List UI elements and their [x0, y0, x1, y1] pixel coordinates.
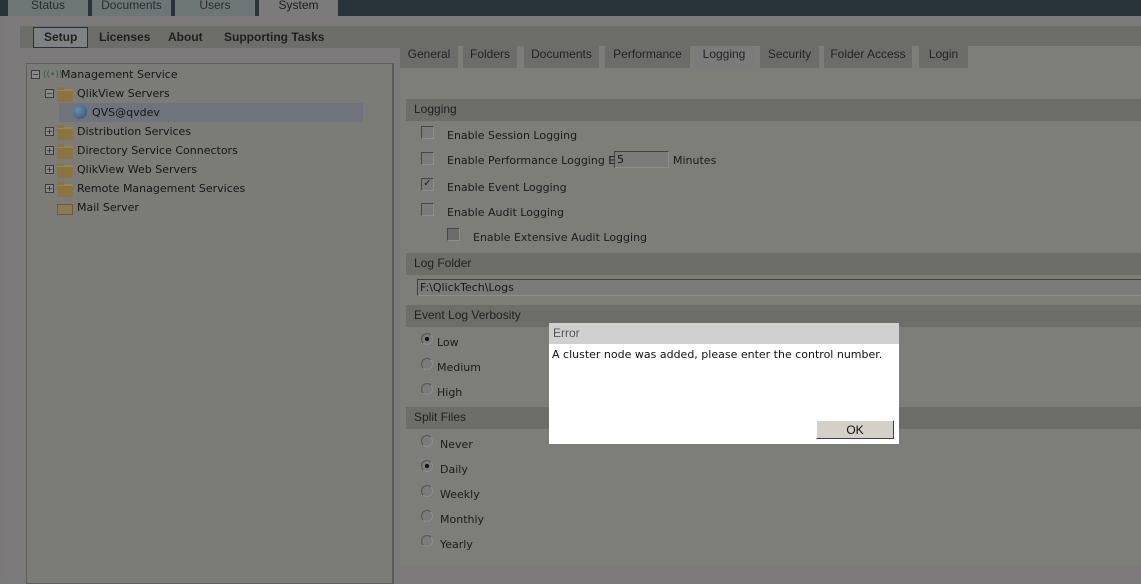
- tree-item-label: Directory Service Connectors: [77, 144, 238, 157]
- tree-item-mail-server[interactable]: Mail Server: [45, 198, 345, 217]
- dialog-message: A cluster node was added, please enter t…: [552, 348, 883, 361]
- session-logging-label: Enable Session Logging: [447, 129, 578, 142]
- folder-icon: [57, 144, 73, 159]
- audit-logging-checkbox[interactable]: [421, 203, 434, 216]
- performance-logging-label: Enable Performance Logging Every: [447, 154, 640, 167]
- split-daily-radio[interactable]: [421, 460, 433, 472]
- performance-logging-checkbox[interactable]: [421, 152, 434, 165]
- tree-item-label: Mail Server: [77, 201, 139, 214]
- tab-folder-access[interactable]: Folder Access: [824, 46, 912, 68]
- tab-logging[interactable]: Logging: [694, 46, 754, 68]
- log-folder-section-header: Log Folder: [406, 253, 1141, 275]
- tree-item-label: QlikView Servers: [77, 87, 170, 100]
- tree-item-label: Management Service: [61, 68, 178, 81]
- folder-icon: [57, 125, 73, 140]
- verbosity-high-radio[interactable]: [421, 383, 433, 395]
- tree-item-label: Remote Management Services: [77, 182, 246, 195]
- tree-item-management-service[interactable]: − ((•)) Management Service: [31, 65, 361, 84]
- globe-icon: [73, 105, 87, 119]
- collapse-icon[interactable]: −: [45, 89, 54, 98]
- extensive-audit-logging-checkbox[interactable]: [447, 228, 460, 241]
- sub-navigation: Setup Licenses About Supporting Tasks: [20, 26, 1141, 48]
- subnav-setup[interactable]: Setup: [33, 27, 89, 48]
- verbosity-low-radio[interactable]: [421, 333, 433, 345]
- ok-button[interactable]: OK: [816, 420, 894, 439]
- folder-icon: [57, 163, 73, 178]
- dialog-title: Error: [549, 323, 899, 344]
- tree-item-label: QVS@qvdev: [92, 106, 160, 119]
- service-tree: − ((•)) Management Service − QlikView Se…: [26, 63, 394, 584]
- split-monthly-label: Monthly: [440, 513, 485, 526]
- tree-item-qlikview-servers[interactable]: − QlikView Servers: [45, 84, 345, 103]
- verbosity-medium-label: Medium: [437, 361, 481, 374]
- tree-item-directory-service-connectors[interactable]: + Directory Service Connectors: [45, 141, 345, 160]
- verbosity-high-label: High: [437, 386, 463, 399]
- audit-logging-label: Enable Audit Logging: [447, 206, 564, 219]
- tab-security[interactable]: Security: [760, 46, 819, 68]
- split-never-label: Never: [440, 438, 473, 451]
- tab-general[interactable]: General: [400, 46, 458, 68]
- tree-item-qlikview-web-servers[interactable]: + QlikView Web Servers: [45, 160, 345, 179]
- split-yearly-radio[interactable]: [421, 535, 433, 547]
- tab-login[interactable]: Login: [919, 46, 968, 68]
- split-monthly-radio[interactable]: [421, 510, 433, 522]
- top-nav-bar: Status Documents Users System: [0, 0, 1141, 16]
- logging-section-header: Logging: [406, 99, 1141, 121]
- expand-icon[interactable]: +: [45, 127, 54, 136]
- subnav-licenses[interactable]: Licenses: [99, 26, 150, 48]
- folder-icon: [57, 182, 73, 197]
- top-tab-documents[interactable]: Documents: [92, 0, 171, 16]
- verbosity-low-label: Low: [437, 336, 459, 349]
- top-tab-system[interactable]: System: [259, 0, 338, 16]
- session-logging-checkbox[interactable]: [421, 126, 434, 139]
- expand-icon[interactable]: +: [45, 184, 54, 193]
- split-weekly-label: Weekly: [440, 488, 480, 501]
- verbosity-medium-radio[interactable]: [421, 358, 433, 370]
- tree-item-label: QlikView Web Servers: [77, 163, 198, 176]
- mail-icon: [57, 204, 73, 215]
- split-daily-label: Daily: [440, 463, 468, 476]
- top-tab-status[interactable]: Status: [8, 0, 88, 16]
- radio-signal-icon: ((•)): [43, 70, 63, 80]
- settings-panel: General Folders Documents Performance Lo…: [400, 46, 1141, 566]
- top-tab-users[interactable]: Users: [175, 0, 255, 16]
- tree-item-remote-management-services[interactable]: + Remote Management Services: [45, 179, 345, 198]
- split-never-radio[interactable]: [421, 435, 433, 447]
- split-weekly-radio[interactable]: [421, 485, 433, 497]
- event-logging-label: Enable Event Logging: [447, 181, 567, 194]
- folder-icon: [57, 87, 73, 102]
- event-logging-checkbox[interactable]: ✓: [421, 178, 434, 191]
- extensive-audit-logging-label: Enable Extensive Audit Logging: [473, 231, 648, 244]
- minutes-label: Minutes: [673, 154, 717, 167]
- log-folder-input[interactable]: F:\QlickTech\Logs: [417, 279, 1141, 296]
- tree-item-label: Distribution Services: [77, 125, 192, 138]
- performance-interval-input[interactable]: 5: [614, 151, 669, 168]
- expand-icon[interactable]: +: [45, 165, 54, 174]
- error-dialog: Error A cluster node was added, please e…: [549, 323, 899, 444]
- split-yearly-label: Yearly: [440, 538, 473, 551]
- subnav-supporting-tasks[interactable]: Supporting Tasks: [224, 26, 324, 48]
- tab-performance[interactable]: Performance: [605, 46, 690, 68]
- expand-icon[interactable]: +: [45, 146, 54, 155]
- tab-folders[interactable]: Folders: [463, 46, 517, 68]
- subnav-about[interactable]: About: [168, 26, 203, 48]
- tree-item-qvs-qvdev[interactable]: QVS@qvdev: [59, 103, 363, 122]
- tree-item-distribution-services[interactable]: + Distribution Services: [45, 122, 345, 141]
- collapse-icon[interactable]: −: [31, 70, 40, 79]
- tab-documents[interactable]: Documents: [524, 46, 599, 68]
